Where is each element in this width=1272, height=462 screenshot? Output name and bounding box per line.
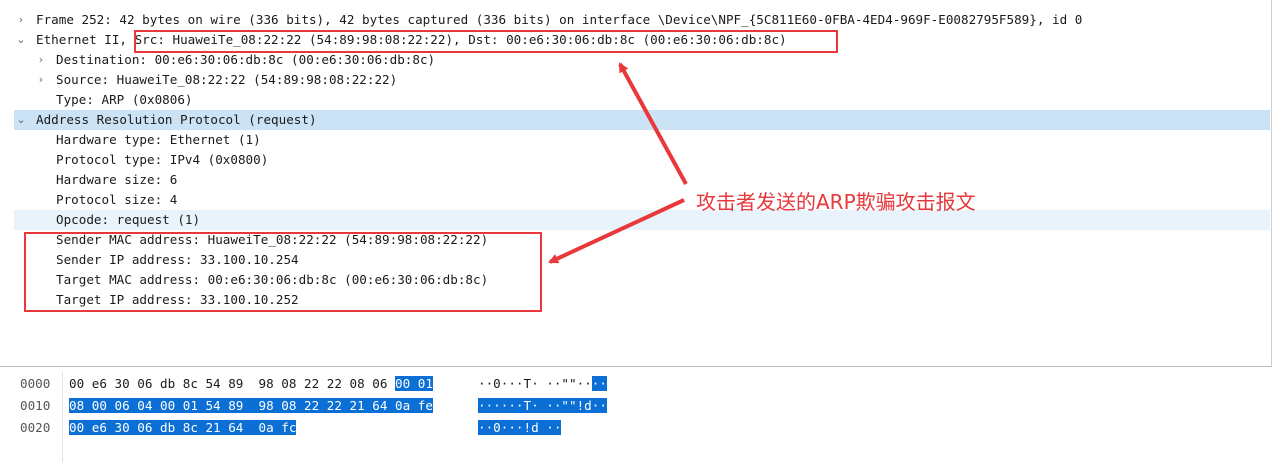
tree-row-ethernet[interactable]: ⌄ Ethernet II, Src: HuaweiTe_08:22:22 (5…: [14, 30, 1270, 50]
target-mac-field: Target MAC address: 00:e6:30:06:db:8c (0…: [56, 272, 489, 287]
hex-selected[interactable]: 08 00 06 04 00 01 54 89 98 08 22 22 21 6…: [69, 398, 433, 413]
hardware-size-field: Hardware size: 6: [56, 172, 178, 187]
arp-summary: Address Resolution Protocol (request): [36, 112, 317, 127]
hex-bytes[interactable]: 00 e6 30 06 db 8c 54 89 98 08 22 22 08 0…: [69, 374, 433, 394]
hex-selected[interactable]: 00 e6 30 06 db 8c 21 64 0a fc: [69, 420, 297, 435]
destination-field: Destination: 00:e6:30:06:db:8c (00:e6:30…: [56, 52, 436, 67]
ascii-bytes[interactable]: ··0···T· ··""····: [478, 374, 607, 394]
hex-selected[interactable]: 00 01: [395, 376, 433, 391]
tree-row-source[interactable]: › Source: HuaweiTe_08:22:22 (54:89:98:08…: [14, 70, 1270, 90]
type-field: Type: ARP (0x0806): [56, 92, 193, 107]
packet-details-pane[interactable]: › Frame 252: 42 bytes on wire (336 bits)…: [0, 0, 1272, 367]
tree-row-sender-mac[interactable]: Sender MAC address: HuaweiTe_08:22:22 (5…: [14, 230, 1270, 250]
tree-row-frame[interactable]: › Frame 252: 42 bytes on wire (336 bits)…: [14, 10, 1270, 30]
protocol-size-field: Protocol size: 4: [56, 192, 178, 207]
source-field: Source: HuaweiTe_08:22:22 (54:89:98:08:2…: [56, 72, 398, 87]
chevron-down-icon[interactable]: ⌄: [14, 30, 28, 50]
tree-row-proto-size[interactable]: Protocol size: 4: [14, 190, 1270, 210]
ascii-selected[interactable]: ··: [591, 376, 607, 391]
ethernet-src-dst: Src: HuaweiTe_08:22:22 (54:89:98:08:22:2…: [134, 32, 787, 47]
tree-row-arp[interactable]: ⌄ Address Resolution Protocol (request): [14, 110, 1270, 130]
sender-mac-field: Sender MAC address: HuaweiTe_08:22:22 (5…: [56, 232, 489, 247]
byte-offset: 0010: [20, 398, 51, 413]
hardware-type-field: Hardware type: Ethernet (1): [56, 132, 261, 147]
tree-row-hw-size[interactable]: Hardware size: 6: [14, 170, 1270, 190]
tree-row-target-ip[interactable]: Target IP address: 33.100.10.252: [14, 290, 1270, 310]
ascii-selected[interactable]: ··0···!d ··: [478, 420, 562, 435]
byte-offset: 0020: [20, 420, 51, 435]
frame-summary: Frame 252: 42 bytes on wire (336 bits), …: [36, 12, 1083, 27]
ethernet-summary: Ethernet II, Src: HuaweiTe_08:22:22 (54:…: [36, 30, 787, 50]
ascii-bytes[interactable]: ······T· ··""!d··: [478, 396, 607, 416]
hex-unselected[interactable]: 00 e6 30 06 db 8c 54 89 98 08 22 22 08 0…: [69, 376, 395, 391]
tree-row-proto-type[interactable]: Protocol type: IPv4 (0x0800): [14, 150, 1270, 170]
tree-row-type[interactable]: Type: ARP (0x0806): [14, 90, 1270, 110]
opcode-field: Opcode: request (1): [56, 212, 201, 227]
byte-offset: 0000: [20, 376, 51, 391]
tree-row-target-mac[interactable]: Target MAC address: 00:e6:30:06:db:8c (0…: [14, 270, 1270, 290]
chevron-down-icon[interactable]: ⌄: [14, 110, 28, 130]
chevron-right-icon[interactable]: ›: [14, 10, 28, 30]
protocol-type-field: Protocol type: IPv4 (0x0800): [56, 152, 269, 167]
tree-row-hw-type[interactable]: Hardware type: Ethernet (1): [14, 130, 1270, 150]
tree-row-sender-ip[interactable]: Sender IP address: 33.100.10.254: [14, 250, 1270, 270]
ethernet-prefix: Ethernet II,: [36, 32, 135, 47]
sender-ip-field: Sender IP address: 33.100.10.254: [56, 252, 299, 267]
ascii-unselected[interactable]: ··0···T· ··""··: [478, 376, 592, 391]
hex-bytes[interactable]: 08 00 06 04 00 01 54 89 98 08 22 22 21 6…: [69, 396, 433, 416]
chevron-right-icon[interactable]: ›: [34, 70, 48, 90]
tree-row-opcode[interactable]: Opcode: request (1): [14, 210, 1270, 230]
target-ip-field: Target IP address: 33.100.10.252: [56, 292, 299, 307]
annotation-label: 攻击者发送的ARP欺骗攻击报文: [696, 190, 976, 214]
tree-row-destination[interactable]: › Destination: 00:e6:30:06:db:8c (00:e6:…: [14, 50, 1270, 70]
offset-divider: [62, 372, 63, 462]
ascii-selected[interactable]: ······T· ··""!d··: [478, 398, 607, 413]
ascii-bytes[interactable]: ··0···!d ··: [478, 418, 562, 438]
chevron-right-icon[interactable]: ›: [34, 50, 48, 70]
packet-bytes-pane[interactable]: 0000 00 e6 30 06 db 8c 54 89 98 08 22 22…: [0, 372, 1272, 462]
hex-bytes[interactable]: 00 e6 30 06 db 8c 21 64 0a fc: [69, 418, 297, 438]
